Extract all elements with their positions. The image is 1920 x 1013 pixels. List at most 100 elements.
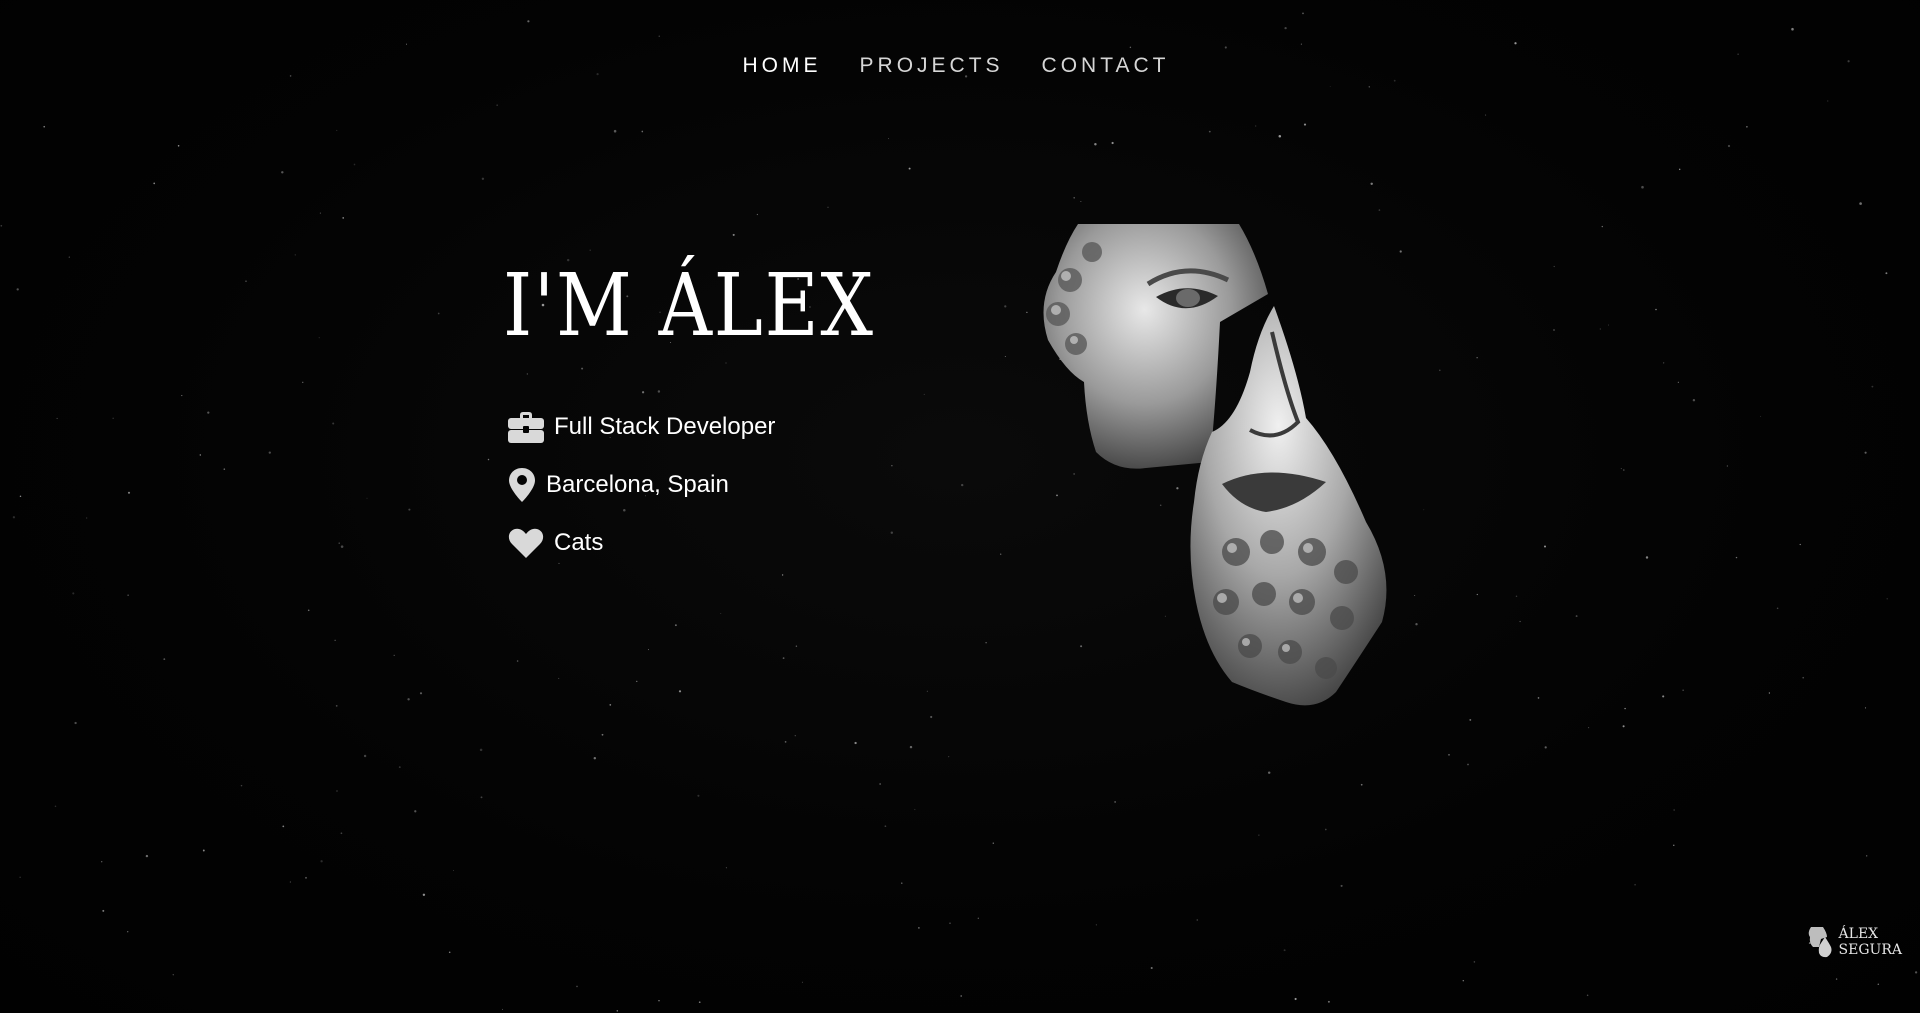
star-dot (1662, 695, 1665, 698)
star-dot (1877, 983, 1880, 986)
star-dot (891, 465, 893, 467)
star-dot (1599, 328, 1601, 330)
info-item-interest: Cats (508, 524, 775, 562)
occupation-text: Full Stack Developer (554, 413, 776, 440)
star-dot (1368, 86, 1371, 88)
star-dot (1645, 556, 1649, 559)
star-dot (879, 783, 881, 785)
star-dot (68, 256, 70, 258)
star-dot (408, 508, 411, 511)
main-nav: HOME PROJECTS CONTACT (0, 54, 1916, 78)
star-dot (177, 145, 180, 147)
star-dot (926, 690, 928, 692)
star-dot (581, 367, 584, 370)
nav-projects-link[interactable]: PROJECTS (860, 54, 1004, 78)
star-dot (1129, 46, 1132, 49)
nav-home-link[interactable]: HOME (743, 54, 822, 78)
star-dot (127, 594, 129, 596)
star-dot (1641, 185, 1644, 189)
star-dot (884, 825, 887, 828)
star-dot (1095, 924, 1097, 926)
star-dot (1114, 801, 1116, 803)
star-dot (1467, 763, 1469, 766)
star-dot (1294, 997, 1297, 1001)
corner-logo[interactable]: ÁLEX SEGURA (1807, 925, 1902, 959)
star-dot (647, 649, 649, 651)
star-dot (1859, 202, 1862, 205)
star-dot (1267, 771, 1271, 774)
star-dot (795, 645, 798, 647)
star-dot (930, 715, 933, 719)
star-dot (720, 613, 722, 614)
star-dot (437, 312, 440, 315)
star-dot (1866, 855, 1868, 857)
star-dot (319, 212, 321, 214)
star-dot (199, 454, 201, 456)
star-dot (1864, 707, 1867, 709)
star-dot (19, 876, 21, 878)
star-dot (479, 748, 483, 752)
star-dot (1224, 46, 1227, 49)
star-dot (641, 391, 645, 394)
star-dot (145, 854, 149, 858)
star-dot (1283, 949, 1286, 952)
star-dot (481, 177, 485, 180)
star-dot (1885, 272, 1888, 275)
info-list: Full Stack Developer Barcelona, Spain Ca… (508, 408, 775, 582)
star-dot (318, 337, 320, 339)
star-dot (1663, 362, 1665, 364)
star-dot (1791, 27, 1794, 31)
star-dot (1871, 385, 1874, 388)
star-dot (1150, 966, 1153, 970)
star-dot (1735, 556, 1738, 559)
star-dot (54, 805, 57, 808)
star-dot (1255, 125, 1257, 127)
star-dot (336, 129, 338, 131)
nav-contact-link[interactable]: CONTACT (1042, 54, 1170, 78)
star-dot (16, 288, 19, 291)
location-text: Barcelona, Spain (546, 471, 729, 498)
star-dot (407, 698, 410, 701)
star-dot (923, 393, 925, 395)
star-dot (1300, 43, 1302, 45)
star-dot (1284, 26, 1287, 30)
star-dot (909, 745, 913, 749)
star-dot (405, 43, 408, 45)
star-dot (1608, 324, 1609, 326)
star-dot (452, 870, 454, 872)
star-dot (794, 735, 796, 737)
star-dot (1835, 978, 1838, 980)
star-dot (268, 451, 271, 454)
star-dot (56, 417, 58, 419)
star-dot (207, 411, 210, 414)
star-dot (1519, 620, 1521, 623)
star-dot (1827, 100, 1829, 102)
star-dot (1324, 828, 1327, 831)
star-dot (1673, 809, 1675, 811)
star-dot (658, 35, 660, 37)
star-dot (1340, 884, 1343, 887)
star-dot (1423, 509, 1425, 511)
star-dot (784, 741, 787, 743)
star-dot (782, 657, 785, 659)
star-dot (697, 794, 700, 797)
star-dot (888, 138, 890, 140)
star-dot (1768, 692, 1771, 694)
star-dot (1462, 980, 1465, 982)
star-dot (398, 766, 401, 768)
star-dot (1515, 595, 1518, 597)
star-dot (1196, 919, 1199, 921)
star-dot (1111, 141, 1114, 145)
star-dot (1553, 265, 1555, 268)
star-dot (1622, 725, 1625, 728)
star-dot (1439, 369, 1441, 372)
star-dot (202, 849, 205, 852)
star-dot (307, 609, 310, 612)
star-dot (302, 381, 304, 383)
star-dot (334, 639, 336, 641)
star-dot (1303, 123, 1307, 126)
star-dot (516, 660, 519, 662)
star-dot (340, 545, 344, 548)
star-dot (613, 129, 617, 133)
map-pin-icon (508, 466, 538, 504)
